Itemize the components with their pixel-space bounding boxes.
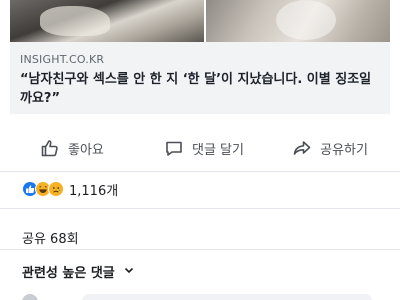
link-preview-card[interactable]: INSIGHT.CO.KR “남자친구와 섹스를 안 한 지 ‘한 달’이 지났… (10, 42, 390, 114)
chevron-down-icon (123, 264, 135, 280)
sad-icon (48, 181, 64, 197)
comment-filter-dropdown[interactable]: 관련성 높은 댓글 (22, 262, 135, 281)
divider (0, 208, 400, 209)
link-domain: INSIGHT.CO.KR (20, 53, 105, 66)
divider (0, 249, 400, 250)
share-label: 공유하기 (320, 142, 368, 158)
share-arrow-icon (292, 138, 312, 158)
share-button[interactable]: 공유하기 (259, 138, 400, 158)
divider (0, 171, 400, 172)
comment-label: 댓글 달기 (192, 142, 244, 158)
post-image-row[interactable] (10, 0, 390, 42)
reactions-summary[interactable]: 1,116개 (22, 178, 118, 200)
comment-filter-label: 관련성 높은 댓글 (22, 266, 115, 281)
post-photo-right[interactable] (206, 0, 390, 42)
comment-button[interactable]: 댓글 달기 (149, 138, 258, 158)
like-label: 좋아요 (68, 142, 104, 158)
comment-bubble-icon (164, 138, 184, 158)
like-button[interactable]: 좋아요 (0, 138, 149, 158)
comment-bubble[interactable] (82, 294, 372, 300)
link-title: “남자친구와 섹스를 안 한 지 ‘한 달’이 지났습니다. 이별 징조일까요?… (20, 72, 372, 106)
post-action-bar: 좋아요 댓글 달기 공유하기 (0, 128, 400, 168)
post-photo-left[interactable] (10, 0, 204, 42)
thumbs-up-icon (40, 138, 60, 158)
commenter-avatar[interactable] (22, 294, 38, 300)
share-count[interactable]: 공유 68회 (22, 228, 79, 247)
reaction-count: 1,116개 (69, 183, 119, 199)
